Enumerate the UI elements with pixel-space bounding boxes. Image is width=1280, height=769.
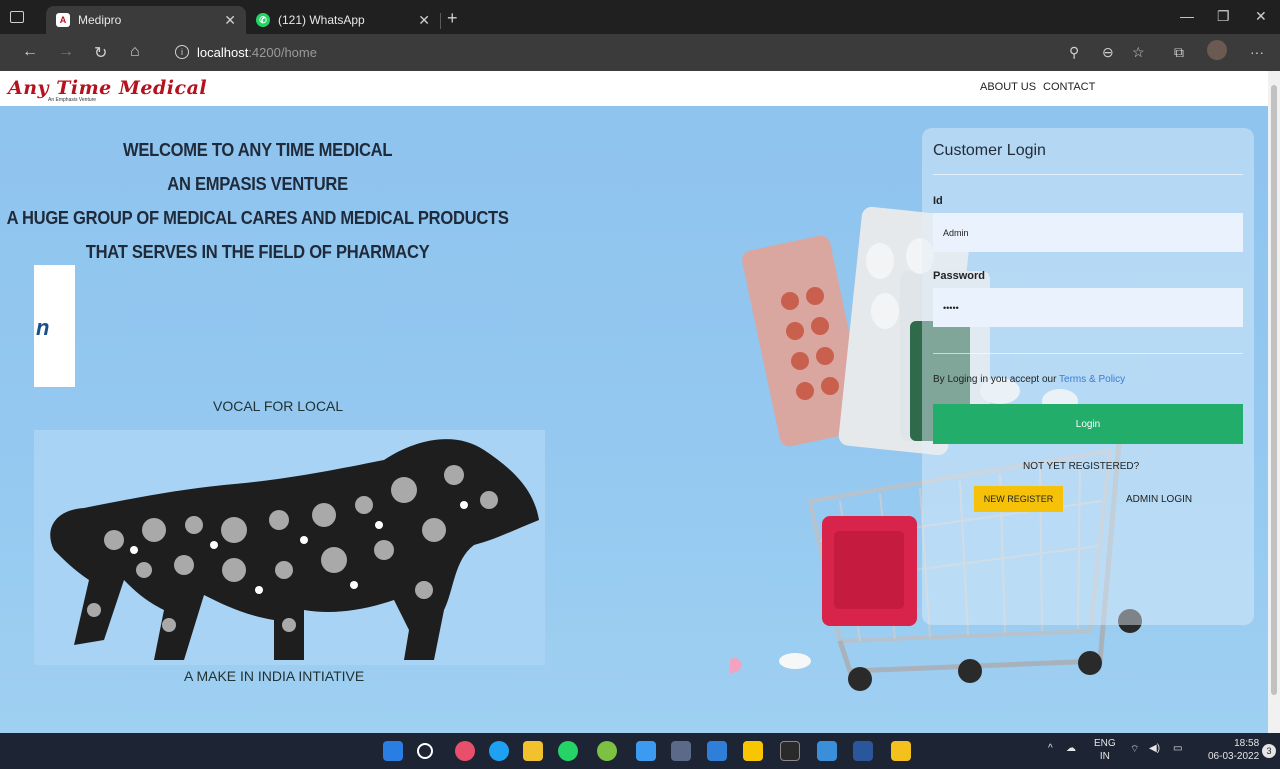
terminal-icon[interactable] bbox=[780, 741, 800, 761]
app-icon[interactable] bbox=[743, 741, 763, 761]
nav-contact[interactable]: CONTACT bbox=[1043, 81, 1095, 93]
terms-link[interactable]: Terms & Policy bbox=[1059, 374, 1125, 385]
notifications-badge[interactable]: 3 bbox=[1262, 744, 1276, 758]
page-scrollbar[interactable] bbox=[1268, 71, 1280, 733]
url-host: localhost bbox=[197, 44, 249, 60]
reload-icon[interactable]: ↻ bbox=[94, 43, 107, 63]
tab-medipro[interactable]: A Medipro ✕ bbox=[46, 6, 246, 34]
welcome-line: WELCOME TO ANY TIME MEDICAL bbox=[123, 140, 393, 160]
tab-separator bbox=[440, 13, 441, 29]
make-in-india-caption: A MAKE IN INDIA INTIATIVE bbox=[184, 668, 365, 684]
divider bbox=[933, 174, 1243, 175]
password-label: Password bbox=[933, 270, 985, 282]
browser-tab-bar: A Medipro ✕ ✆ (121) WhatsApp ✕ + — ❐ ✕ bbox=[0, 0, 1280, 34]
url-path: :4200/home bbox=[248, 44, 317, 60]
carousel-text-fragment: n bbox=[36, 315, 50, 340]
restore-icon[interactable]: ❐ bbox=[1217, 8, 1230, 25]
favorite-icon[interactable]: ☆ bbox=[1132, 44, 1145, 61]
welcome-line: A HUGE GROUP OF MEDICAL CARES AND MEDICA… bbox=[6, 208, 509, 228]
close-icon[interactable]: ✕ bbox=[418, 12, 430, 29]
language-indicator[interactable]: ENG IN bbox=[1094, 737, 1116, 763]
app-icon[interactable] bbox=[597, 741, 617, 761]
volume-icon[interactable]: ◀) bbox=[1149, 743, 1160, 754]
angular-icon: A bbox=[56, 13, 70, 27]
browser-toolbar: ← → ↻ ⌂ i localhost:4200/home ⚲ ⊖ ☆ ⧉ ··… bbox=[0, 34, 1280, 71]
new-register-button[interactable]: NEW REGISTER bbox=[974, 486, 1063, 512]
chevron-up-icon[interactable]: ^ bbox=[1048, 743, 1053, 754]
collections-icon[interactable]: ⧉ bbox=[1174, 44, 1184, 61]
welcome-line: AN EMPASIS VENTURE bbox=[167, 174, 348, 194]
battery-icon[interactable]: ▭ bbox=[1173, 743, 1182, 754]
start-icon[interactable] bbox=[383, 741, 403, 761]
whatsapp-icon: ✆ bbox=[256, 13, 270, 27]
search-icon[interactable] bbox=[417, 743, 433, 759]
not-registered-text: NOT YET REGISTERED? bbox=[1023, 461, 1140, 472]
back-icon[interactable]: ← bbox=[22, 43, 38, 61]
app-icon[interactable] bbox=[671, 741, 691, 761]
divider bbox=[933, 353, 1243, 354]
password-input[interactable] bbox=[933, 288, 1243, 327]
login-button[interactable]: Login bbox=[933, 404, 1243, 444]
photos-icon[interactable] bbox=[817, 741, 837, 761]
tab-title: (121) WhatsApp bbox=[278, 13, 365, 27]
vocal-for-local-caption: VOCAL FOR LOCAL bbox=[213, 398, 344, 414]
close-icon[interactable]: ✕ bbox=[224, 12, 236, 29]
forward-icon[interactable]: → bbox=[58, 43, 74, 61]
id-label: Id bbox=[933, 195, 943, 207]
read-aloud-icon[interactable]: ⚲ bbox=[1069, 44, 1079, 61]
system-clock[interactable]: 18:58 06-03-2022 bbox=[1208, 737, 1259, 763]
itunes-icon[interactable] bbox=[455, 741, 475, 761]
id-input[interactable] bbox=[933, 213, 1243, 252]
minimize-icon[interactable]: — bbox=[1180, 8, 1194, 24]
windows-taskbar: ^ ☁ ENG IN ⌔ ◀) ▭ 18:58 06-03-2022 3 bbox=[0, 733, 1280, 769]
lang-top: ENG bbox=[1094, 738, 1116, 749]
welcome-line: THAT SERVES IN THE FIELD OF PHARMACY bbox=[85, 242, 430, 262]
new-tab-icon[interactable]: + bbox=[447, 8, 458, 29]
carousel-image: n bbox=[34, 265, 75, 387]
terms-notice: By Loging in you accept our Terms & Poli… bbox=[933, 374, 1125, 385]
lang-bottom: IN bbox=[1099, 751, 1110, 762]
make-in-india-lion-image bbox=[34, 430, 545, 665]
admin-login-link[interactable]: ADMIN LOGIN bbox=[1126, 494, 1192, 505]
nav-about-us[interactable]: ABOUT US bbox=[980, 81, 1036, 93]
tab-title: Medipro bbox=[78, 13, 122, 27]
word-icon[interactable] bbox=[853, 741, 873, 761]
login-title: Customer Login bbox=[933, 142, 1046, 159]
site-logo[interactable]: Any Time Medical bbox=[8, 77, 207, 99]
lion-icon bbox=[50, 439, 539, 660]
whatsapp-icon[interactable] bbox=[558, 741, 578, 761]
wifi-icon[interactable]: ⌔ bbox=[1130, 743, 1139, 756]
address-bar[interactable]: i localhost:4200/home bbox=[165, 38, 1165, 66]
page-content: Any Time Medical An Emphasis Venture ABO… bbox=[0, 71, 1268, 733]
security-icon[interactable] bbox=[891, 741, 911, 761]
tab-whatsapp[interactable]: ✆ (121) WhatsApp ✕ bbox=[246, 6, 440, 34]
cloud-icon[interactable]: ☁ bbox=[1066, 743, 1076, 754]
scrollbar-thumb[interactable] bbox=[1271, 85, 1277, 695]
notepad-icon[interactable] bbox=[636, 741, 656, 761]
logo-subtitle: An Emphasis Venture bbox=[48, 97, 97, 103]
file-explorer-icon[interactable] bbox=[523, 741, 543, 761]
profile-icon[interactable] bbox=[1207, 40, 1227, 60]
customer-login-card: Customer Login Id Password By Loging in … bbox=[922, 128, 1254, 625]
terms-prefix: By Loging in you accept our bbox=[933, 374, 1060, 385]
logo-text: Any Time Medical bbox=[8, 77, 208, 99]
vscode-icon[interactable] bbox=[707, 741, 727, 761]
home-icon[interactable]: ⌂ bbox=[130, 43, 140, 61]
tab-actions-icon[interactable] bbox=[10, 11, 24, 23]
info-icon[interactable]: i bbox=[175, 45, 189, 59]
close-window-icon[interactable]: ✕ bbox=[1255, 8, 1267, 25]
site-header: Any Time Medical An Emphasis Venture ABO… bbox=[0, 71, 1268, 106]
clock-time: 18:58 bbox=[1234, 738, 1260, 749]
welcome-heading: WELCOME TO ANY TIME MEDICAL AN EMPASIS V… bbox=[0, 133, 515, 269]
more-icon[interactable]: ··· bbox=[1250, 44, 1264, 60]
clock-date: 06-03-2022 bbox=[1208, 751, 1260, 762]
zoom-icon[interactable]: ⊖ bbox=[1102, 44, 1114, 61]
edge-icon[interactable] bbox=[489, 741, 509, 761]
